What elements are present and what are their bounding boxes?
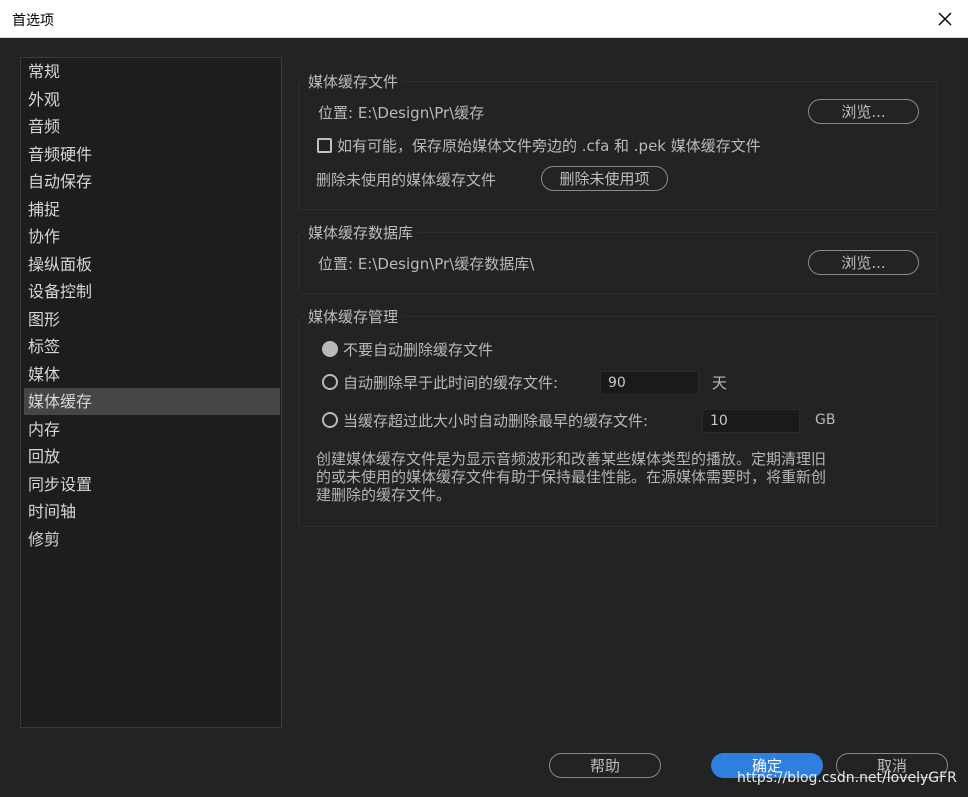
sidebar-item-autosave[interactable]: 自动保存 (24, 168, 280, 195)
cache-description: 创建媒体缓存文件是为显示音频波形和改善某些媒体类型的播放。定期清理旧的或未使用的… (316, 450, 827, 504)
sidebar-item-labels[interactable]: 标签 (24, 333, 280, 360)
window-title: 首选项 (12, 13, 54, 29)
sidebar-item-memory[interactable]: 内存 (24, 416, 280, 443)
watermark: https://blog.csdn.net/lovelyGFR (737, 770, 957, 786)
media-cache-management-title: 媒体缓存管理 (304, 306, 403, 327)
media-cache-database-title: 媒体缓存数据库 (304, 222, 418, 243)
sidebar-item-trim[interactable]: 修剪 (24, 526, 280, 553)
delete-older-label: 自动删除早于此时间的缓存文件: (343, 374, 559, 392)
sidebar-item-audio-hardware[interactable]: 音频硬件 (24, 141, 280, 168)
help-button[interactable]: 帮助 (549, 753, 661, 778)
delete-unused-button[interactable]: 删除未使用项 (541, 166, 668, 191)
sidebar-item-timeline[interactable]: 时间轴 (24, 498, 280, 525)
media-cache-files-title: 媒体缓存文件 (304, 71, 403, 92)
close-button[interactable] (930, 4, 960, 34)
sidebar-item-capture[interactable]: 捕捉 (24, 196, 280, 223)
cache-db-location: 位置: E:\Design\Pr\缓存数据库\ (318, 255, 535, 273)
sidebar-item-control-surface[interactable]: 操纵面板 (24, 251, 280, 278)
close-icon (938, 12, 952, 26)
sidebar-item-audio[interactable]: 音频 (24, 113, 280, 140)
delete-size-label: 当缓存超过此大小时自动删除最早的缓存文件: (343, 412, 649, 430)
sidebar-item-playback[interactable]: 回放 (24, 443, 280, 470)
cache-db-browse-button[interactable]: 浏览... (808, 250, 919, 275)
cache-files-location: 位置: E:\Design\Pr\缓存 (318, 104, 485, 122)
sidebar-item-media-cache[interactable]: 媒体缓存 (24, 388, 280, 415)
sidebar-item-sync-settings[interactable]: 同步设置 (24, 471, 280, 498)
delete-unused-label: 删除未使用的媒体缓存文件 (316, 171, 497, 189)
cache-files-browse-button[interactable]: 浏览... (808, 99, 919, 124)
size-gb-input[interactable]: 10 (702, 409, 800, 433)
sidebar-item-media[interactable]: 媒体 (24, 361, 280, 388)
days-unit-label: 天 (712, 374, 728, 392)
radio-never-delete[interactable] (322, 341, 338, 357)
never-delete-label: 不要自动删除缓存文件 (343, 341, 494, 359)
title-bar: 首选项 (0, 0, 968, 38)
gb-unit-label: GB (815, 412, 836, 428)
category-sidebar: 常规 外观 音频 音频硬件 自动保存 捕捉 协作 操纵面板 设备控制 图形 标签… (20, 57, 282, 728)
save-beside-original-label: 如有可能，保存原始媒体文件旁边的 .cfa 和 .pek 媒体缓存文件 (337, 137, 761, 155)
older-days-input[interactable]: 90 (600, 371, 699, 395)
sidebar-item-collaboration[interactable]: 协作 (24, 223, 280, 250)
radio-delete-older[interactable] (322, 374, 338, 390)
save-beside-original-checkbox[interactable] (317, 138, 332, 153)
sidebar-item-device-control[interactable]: 设备控制 (24, 278, 280, 305)
sidebar-item-graphics[interactable]: 图形 (24, 306, 280, 333)
sidebar-item-general[interactable]: 常规 (24, 58, 280, 85)
radio-delete-size[interactable] (322, 412, 338, 428)
sidebar-item-appearance[interactable]: 外观 (24, 86, 280, 113)
